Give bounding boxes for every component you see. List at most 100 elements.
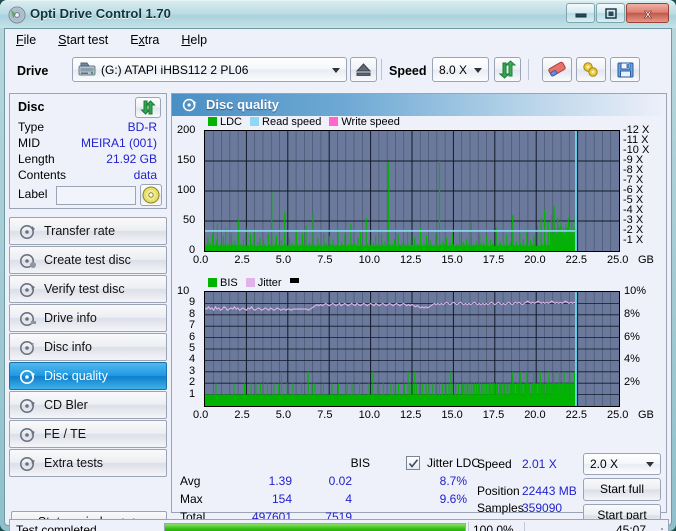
- toolbar-separator: [381, 59, 382, 80]
- toolbar-separator: [528, 59, 529, 80]
- legend-entry-jitter: Jitter: [245, 277, 282, 289]
- xtick: 10.0: [358, 409, 381, 421]
- bis-chart: BIS Jitter 1 2 3 4 5 6 7 8 9 10 2% 4% 6% 8% 10% 0.0 2.5…: [172, 277, 666, 447]
- maximize-icon: [604, 8, 617, 19]
- sidebar-item-extra-tests[interactable]: Extra tests: [9, 449, 167, 477]
- legend-label: BIS: [220, 277, 238, 289]
- drive-value: (G:) ATAPI iHBS112 2 PL06: [101, 63, 249, 77]
- xtick: 12.5: [400, 409, 422, 421]
- x-unit-label: GB: [638, 254, 654, 266]
- disc-row-value: BD-R: [127, 120, 157, 134]
- position-label: Position: [477, 484, 520, 498]
- xtick: 17.5: [482, 409, 505, 421]
- nav-list: Transfer rate Create test disc Verify te…: [9, 217, 167, 478]
- resize-grip[interactable]: [653, 526, 665, 531]
- save-button[interactable]: [610, 57, 640, 82]
- stats-avg-bis: 0.02: [328, 474, 352, 488]
- stats-avg-ldc: 1.39: [268, 474, 292, 488]
- y2tick: -12 X: [623, 124, 650, 136]
- speed-select[interactable]: 8.0 X: [432, 57, 489, 82]
- legend-entry-ldc: LDC: [208, 116, 242, 128]
- tools-icon: [583, 62, 598, 77]
- tools-button[interactable]: [576, 57, 606, 82]
- disc-info-icon: [19, 339, 37, 357]
- xtick: 10.0: [358, 254, 381, 266]
- disc-info-box: Disc Type BD-R MID MEIRA1 (001) Length 2…: [9, 93, 167, 209]
- stats-max-ldc: 154: [271, 492, 292, 506]
- xtick: 15.0: [441, 254, 463, 266]
- disc-row-key: MID: [18, 136, 40, 150]
- sidebar-item-create-test-disc[interactable]: Create test disc: [9, 246, 167, 274]
- drive-label: Drive: [17, 64, 49, 78]
- xtick: 20.0: [524, 254, 546, 266]
- maximize-button[interactable]: [596, 3, 625, 23]
- stats-area: LDC BIS Jitter Avg 1.39 0.02 8.7% Max 15…: [172, 452, 666, 527]
- xtick: 22.5: [565, 409, 588, 421]
- disc-row-length: Length 21.92 GB: [18, 152, 160, 168]
- xtick: 7.5: [317, 254, 333, 266]
- disc-box-title: Disc: [18, 100, 45, 114]
- drive-select[interactable]: (G:) ATAPI iHBS112 2 PL06: [72, 57, 347, 82]
- speed-label: Speed: [389, 64, 427, 78]
- legend-label: Jitter: [257, 277, 282, 289]
- sidebar-item-disc-info[interactable]: Disc info: [9, 333, 167, 361]
- sidebar-item-transfer-rate[interactable]: Transfer rate: [9, 217, 167, 245]
- sidebar-item-fe-te[interactable]: FE / TE: [9, 420, 167, 448]
- disc-quality-icon: [19, 368, 37, 386]
- ytick: 150: [177, 154, 196, 166]
- xtick: 0.0: [193, 254, 209, 266]
- legend-entry-read-speed: Read speed: [250, 116, 321, 128]
- statusbar-separator: [468, 522, 469, 531]
- save-icon: [617, 62, 634, 78]
- stats-row-label: Max: [180, 492, 203, 506]
- disc-row-type: Type BD-R: [18, 120, 160, 136]
- sidebar-item-cd-bler[interactable]: CD Bler: [9, 391, 167, 419]
- disc-quality-panel: Disc quality LDC Read speed Write speed 20…: [171, 93, 667, 527]
- xtick: 5.0: [275, 254, 292, 266]
- jitter-checkbox[interactable]: [406, 456, 420, 470]
- chevron-down-icon: [646, 462, 654, 467]
- start-full-button[interactable]: Start full: [583, 478, 661, 501]
- sidebar-item-label: CD Bler: [44, 398, 88, 412]
- close-button[interactable]: x: [626, 3, 669, 23]
- disc-quality-icon: [182, 97, 198, 113]
- menu-bar: File Start test Extra Help: [5, 29, 671, 51]
- label-disc-button[interactable]: [140, 184, 162, 206]
- test-speed-select[interactable]: 2.0 X: [583, 453, 661, 475]
- disc-refresh-button[interactable]: [135, 97, 161, 118]
- svg-text:x: x: [644, 6, 652, 21]
- refresh-icon: [140, 100, 156, 115]
- xtick: 2.5: [234, 254, 250, 266]
- stats-header-bis: BIS: [350, 456, 370, 470]
- refresh-button[interactable]: [494, 57, 521, 82]
- stats-max-jitter: 9.6%: [439, 492, 467, 506]
- disc-row-contents: Contents data: [18, 168, 160, 184]
- sidebar-item-drive-info[interactable]: Drive info: [9, 304, 167, 332]
- label-input[interactable]: [56, 186, 136, 205]
- statusbar-separator: [524, 522, 525, 531]
- sidebar-item-disc-quality[interactable]: Disc quality: [9, 362, 167, 390]
- disc-verify-icon: [19, 281, 37, 299]
- ytick: 6: [189, 330, 196, 343]
- progress-bar-track: [164, 523, 466, 531]
- disc-write-icon: [19, 252, 37, 270]
- position-value: 22443 MB: [522, 484, 577, 498]
- ytick: 5: [189, 342, 196, 354]
- menu-file[interactable]: File: [5, 29, 47, 50]
- erase-button[interactable]: [542, 57, 572, 82]
- menu-start-test[interactable]: Start test: [47, 29, 119, 50]
- legend-swatch: [250, 117, 260, 126]
- refresh-icon: [498, 60, 517, 79]
- menu-help[interactable]: Help: [170, 29, 218, 50]
- window-title: Opti Drive Control 1.70: [30, 6, 171, 21]
- legend-swatch: [208, 117, 217, 126]
- samples-label: Samples: [477, 501, 524, 515]
- menu-extra[interactable]: Extra: [119, 29, 170, 50]
- sidebar-item-verify-test-disc[interactable]: Verify test disc: [9, 275, 167, 303]
- minimize-button[interactable]: [566, 3, 595, 23]
- stats-row-label: Avg: [180, 474, 201, 488]
- client-area: File Start test Extra Help Drive (G:) AT…: [4, 28, 672, 531]
- sidebar-item-label: Extra tests: [44, 456, 104, 470]
- sidebar-item-label: FE / TE: [44, 427, 87, 441]
- eject-button[interactable]: [350, 57, 377, 82]
